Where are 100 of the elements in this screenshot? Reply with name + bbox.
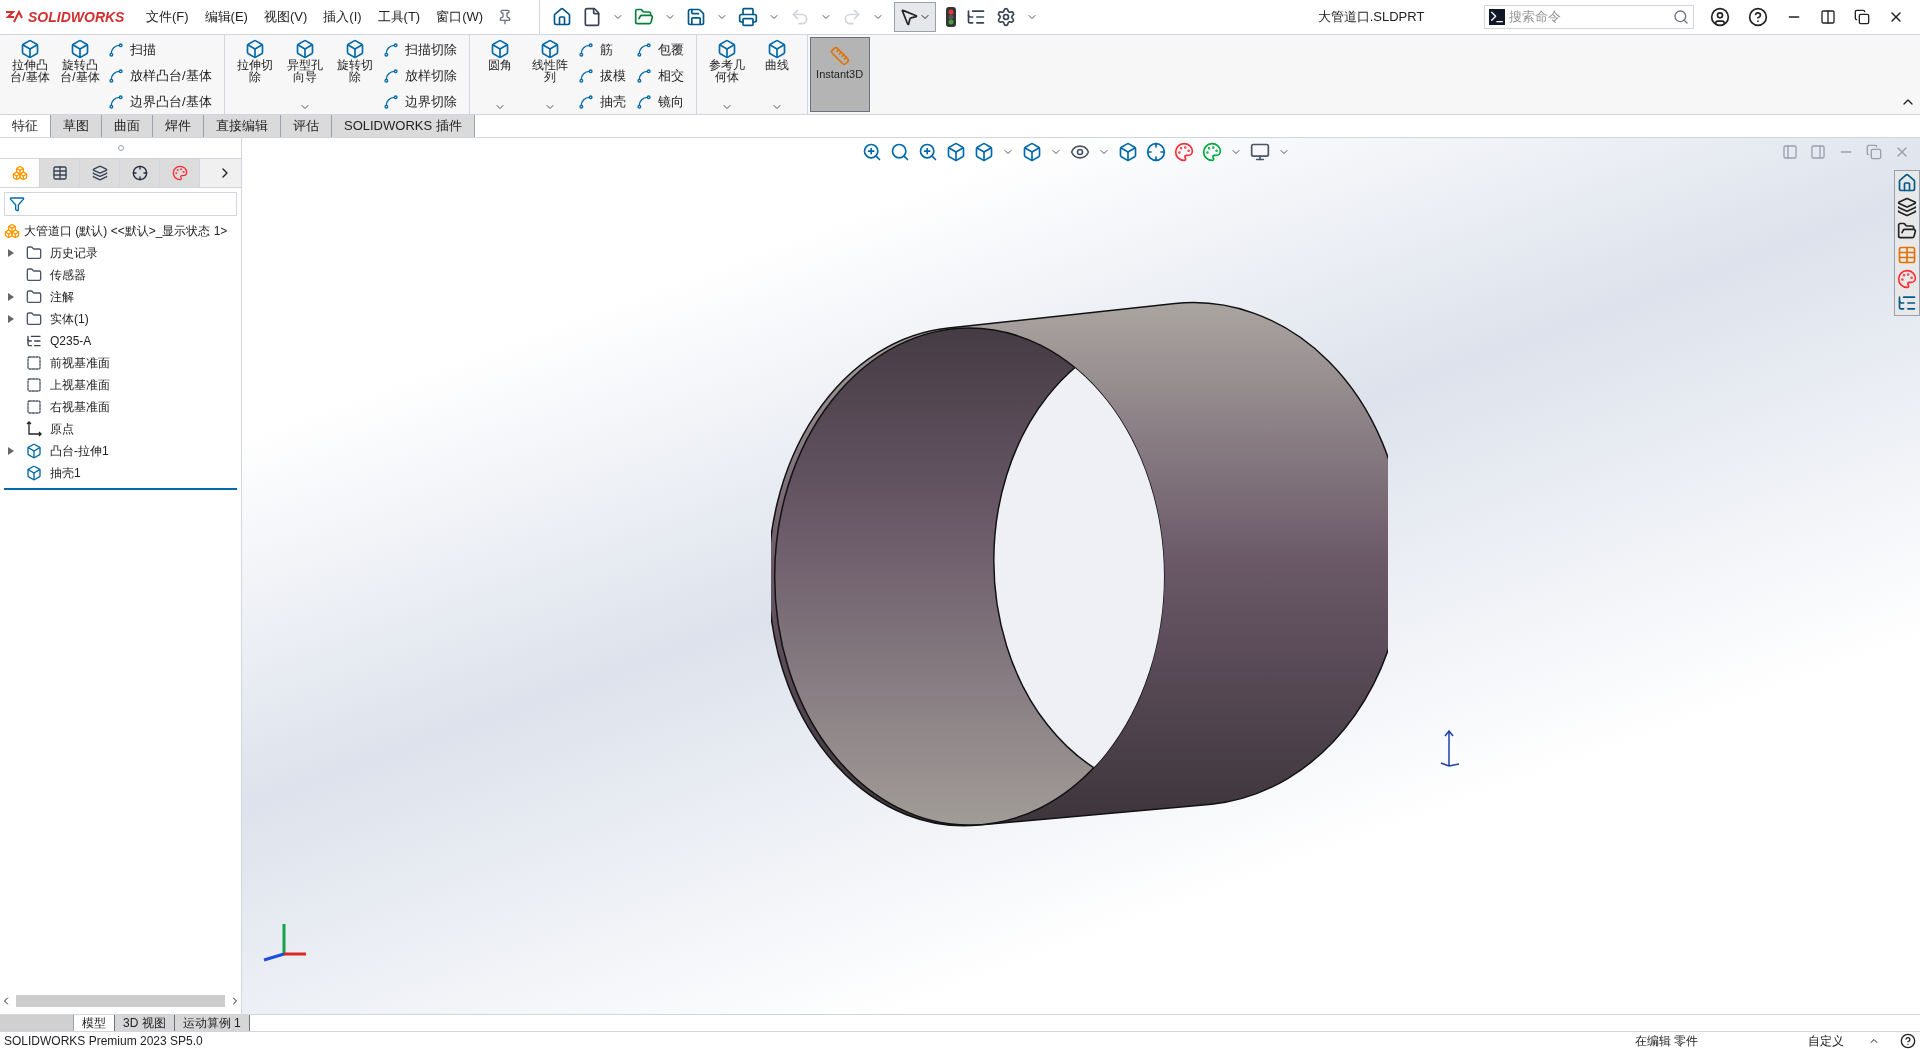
help-icon[interactable] bbox=[1748, 7, 1768, 27]
search-bar[interactable]: 搜索命令 bbox=[1484, 5, 1694, 29]
tree-item[interactable]: 右视基准面 bbox=[50, 398, 110, 416]
ribbon-button[interactable]: 旋转凸台/基体 bbox=[58, 39, 102, 113]
zoom-area-icon[interactable] bbox=[918, 142, 938, 162]
cube-icon[interactable] bbox=[1118, 142, 1138, 162]
menu-item[interactable]: 编辑(E) bbox=[198, 7, 254, 27]
traffic-light-icon[interactable] bbox=[946, 7, 957, 27]
curve-icon bbox=[635, 68, 652, 84]
tree-item[interactable]: 历史记录 bbox=[50, 244, 98, 262]
expand-icon[interactable] bbox=[8, 293, 14, 301]
ribbon-tab[interactable]: 直接编辑 bbox=[204, 115, 281, 137]
monitor-icon[interactable] bbox=[1250, 142, 1270, 162]
ribbon-button[interactable]: 参考几何体 bbox=[704, 39, 749, 113]
expand-icon[interactable] bbox=[8, 249, 14, 257]
eye-icon[interactable] bbox=[1070, 142, 1090, 162]
layers-icon[interactable] bbox=[1897, 197, 1917, 217]
tree-item[interactable]: 抽壳1 bbox=[50, 464, 81, 482]
select-button[interactable] bbox=[894, 2, 937, 32]
expand-icon[interactable] bbox=[8, 315, 14, 323]
tree-item[interactable]: 原点 bbox=[50, 420, 74, 438]
home-icon[interactable] bbox=[1897, 173, 1917, 193]
home-icon[interactable] bbox=[552, 7, 573, 27]
ribbon-button[interactable]: 异型孔向导 bbox=[282, 39, 327, 113]
new-file-icon[interactable] bbox=[582, 7, 603, 27]
cube-icon[interactable] bbox=[1022, 142, 1042, 162]
ribbon-button[interactable]: 抽壳 bbox=[577, 91, 630, 113]
tree-item[interactable]: 凸台-拉伸1 bbox=[50, 442, 109, 460]
menu-item[interactable]: 工具(T) bbox=[371, 7, 427, 27]
user-icon[interactable] bbox=[1710, 7, 1730, 27]
menu-item[interactable]: 插入(I) bbox=[317, 7, 368, 27]
cube-icon bbox=[244, 39, 265, 59]
filter-icon[interactable] bbox=[9, 196, 25, 212]
tile-icon[interactable] bbox=[1820, 9, 1836, 25]
tree-root[interactable]: 大管道口 (默认) <<默认>_显示状态 1> bbox=[24, 222, 228, 240]
tree-item[interactable]: 前视基准面 bbox=[50, 354, 110, 372]
ribbon-button[interactable]: 拉伸凸台/基体 bbox=[8, 39, 52, 113]
ribbon-button[interactable]: 放样凸台/基体 bbox=[108, 65, 216, 87]
list-icon[interactable] bbox=[966, 7, 987, 27]
settings-icon[interactable] bbox=[996, 7, 1017, 27]
print-icon[interactable] bbox=[738, 7, 759, 27]
scrollbar[interactable] bbox=[16, 995, 225, 1007]
units-text[interactable]: 自定义 bbox=[1808, 1031, 1844, 1049]
parts-icon bbox=[11, 165, 28, 181]
ribbon-tab[interactable]: 草图 bbox=[51, 115, 102, 137]
help-icon[interactable] bbox=[1900, 1032, 1916, 1049]
ribbon-button[interactable]: 边界凸台/基体 bbox=[108, 91, 216, 113]
panel-tab[interactable] bbox=[120, 159, 160, 187]
model-tab[interactable]: 运动算例 1 bbox=[174, 1015, 250, 1031]
ribbon-button[interactable]: 筋 bbox=[577, 39, 630, 61]
search-icon[interactable] bbox=[1673, 9, 1689, 25]
ribbon-tab[interactable]: 评估 bbox=[281, 115, 332, 137]
panel-tab[interactable] bbox=[80, 159, 120, 187]
terminal-icon bbox=[1489, 9, 1505, 25]
tree-item[interactable]: 传感器 bbox=[50, 266, 86, 284]
ribbon-button[interactable]: 拉伸切除 bbox=[232, 39, 277, 113]
tree-item[interactable]: Q235-A bbox=[50, 332, 92, 350]
ribbon-button[interactable]: 相交 bbox=[635, 65, 688, 87]
curve-icon bbox=[108, 94, 124, 110]
tree-item[interactable]: 实体(1) bbox=[50, 310, 89, 328]
tree-item[interactable]: 注解 bbox=[50, 288, 74, 306]
ruler-icon bbox=[829, 46, 850, 66]
menu-item[interactable]: 视图(V) bbox=[257, 7, 314, 27]
ribbon-button[interactable]: 镜向 bbox=[635, 91, 688, 113]
ribbon-button[interactable]: 包覆 bbox=[635, 39, 688, 61]
ribbon-button[interactable]: 扫描切除 bbox=[382, 39, 461, 61]
viewport[interactable] bbox=[242, 138, 1920, 1014]
curve-icon bbox=[382, 42, 399, 58]
ribbon-button[interactable]: 放样切除 bbox=[382, 65, 461, 87]
ribbon-button[interactable]: 边界切除 bbox=[382, 91, 461, 113]
restore-icon[interactable] bbox=[1854, 9, 1870, 25]
save-icon[interactable] bbox=[686, 7, 707, 27]
ribbon-button[interactable]: 扫描 bbox=[108, 39, 216, 61]
ribbon-tab[interactable]: 曲面 bbox=[102, 115, 153, 137]
search-icon[interactable] bbox=[890, 142, 910, 162]
ribbon-button[interactable]: 圆角 bbox=[477, 39, 522, 113]
ribbon-button[interactable]: 旋转切除 bbox=[332, 39, 377, 113]
cube-icon bbox=[344, 39, 365, 59]
palette-icon[interactable] bbox=[1202, 142, 1222, 162]
menu-item[interactable]: 窗口(W) bbox=[430, 7, 490, 27]
open-folder-icon[interactable] bbox=[1897, 221, 1917, 241]
palette-icon[interactable] bbox=[1897, 269, 1917, 289]
model-tab[interactable]: 3D 视图 bbox=[115, 1015, 175, 1031]
menu-item[interactable]: 文件(F) bbox=[140, 7, 195, 27]
zoom-icon[interactable] bbox=[862, 142, 882, 162]
ribbon-button[interactable]: 曲线 bbox=[754, 39, 799, 113]
cube-icon[interactable] bbox=[974, 142, 994, 162]
ribbon-tab[interactable]: 焊件 bbox=[153, 115, 204, 137]
list-icon[interactable] bbox=[1897, 293, 1917, 313]
palette-icon[interactable] bbox=[1174, 142, 1194, 162]
search-field[interactable]: 搜索命令 bbox=[1509, 7, 1669, 27]
expand-icon[interactable] bbox=[8, 447, 14, 455]
tree-item[interactable]: 上视基准面 bbox=[50, 376, 110, 394]
panel-tab[interactable] bbox=[40, 159, 80, 187]
instant3d-toggle[interactable]: Instant3D bbox=[809, 37, 870, 112]
ribbon-button[interactable]: 拔模 bbox=[577, 65, 630, 87]
ribbon-button[interactable]: 线性阵列 bbox=[527, 39, 572, 113]
curve-icon bbox=[635, 94, 652, 110]
ribbon-tab[interactable]: SOLIDWORKS 插件 bbox=[332, 115, 475, 137]
plane-icon bbox=[26, 399, 42, 415]
